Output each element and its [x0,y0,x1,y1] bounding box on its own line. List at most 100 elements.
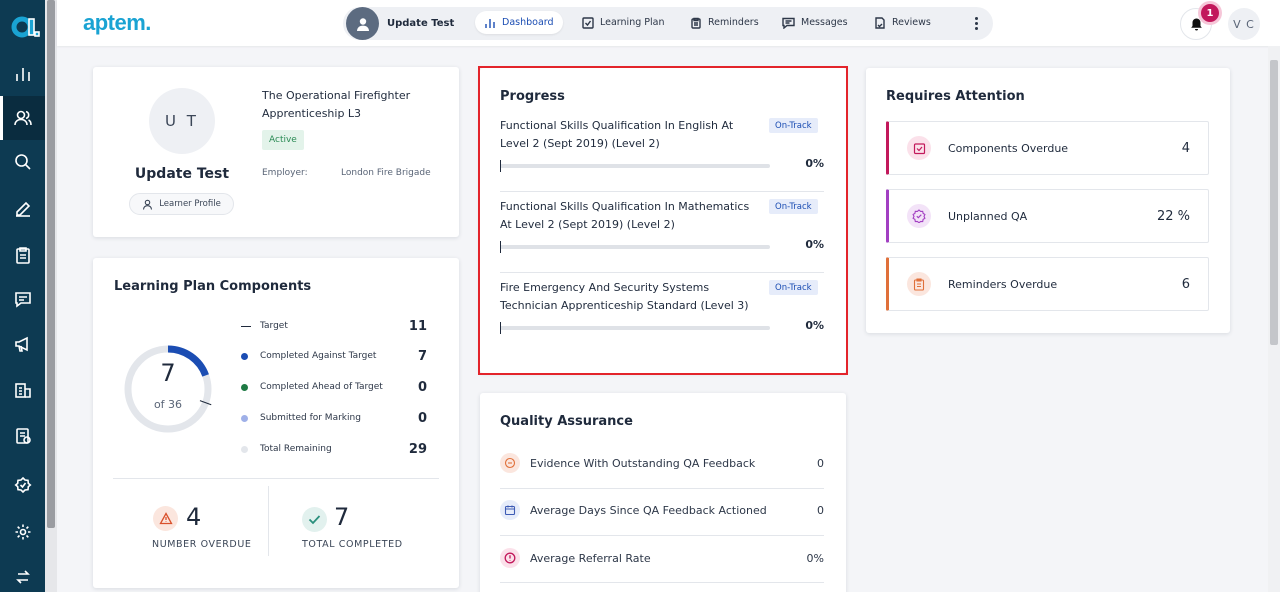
divider [500,535,824,536]
user-chip[interactable]: Update Test [346,7,454,40]
qa-row-average-days[interactable]: Average Days Since QA Feedback Actioned … [500,498,824,522]
legend-value: 7 [417,348,427,364]
components-donut-chart [124,345,212,433]
card-title: Quality Assurance [500,414,633,429]
legend-label: Target [260,321,288,331]
brand-logo[interactable]: aptem. [83,10,151,36]
qa-label: Average Referral Rate [530,551,651,565]
warning-icon [153,506,178,531]
sidebar-scrollbar[interactable] [45,0,57,592]
sidebar-item-messages[interactable] [0,277,45,321]
target-dash-icon [241,325,251,327]
attention-value: 22 % [1156,208,1190,224]
chart-bars-icon [485,18,495,28]
chat-icon [14,292,31,308]
qa-value: 0 [817,456,824,470]
sidebar-item-assess[interactable] [0,186,45,230]
learner-profile-label: Learner Profile [159,199,221,209]
attention-label: Reminders Overdue [948,277,1058,291]
card-title: Learning Plan Components [114,279,312,294]
programme-name[interactable]: The Operational Firefighter Apprenticesh… [262,87,447,123]
legend-value: 29 [408,441,427,457]
user-avatar-icon [346,7,379,40]
completed-label: TOTAL COMPLETED [302,539,403,550]
qa-label: Average Days Since QA Feedback Actioned [530,503,767,517]
divider [113,478,439,479]
learner-profile-button[interactable]: Learner Profile [129,193,234,215]
sidebar-item-documents[interactable] [0,414,45,458]
sidebar-item-search[interactable] [0,140,45,184]
bell-icon [1190,18,1202,31]
review-icon [875,16,885,29]
user-name: Update Test [387,18,455,29]
sidebar-item-achievements[interactable] [0,463,45,507]
aptem-logo-icon[interactable] [10,8,40,42]
person-icon [143,199,153,210]
legend-value: 0 [417,410,427,426]
legend-label: Completed Against Target [260,351,377,361]
overdue-count: 4 [186,503,202,531]
badge-icon [13,476,32,494]
donut-total-label: of 36 [153,398,183,411]
attention-components-overdue[interactable]: Components Overdue 4 [886,121,1209,175]
overdue-label: NUMBER OVERDUE [152,539,252,550]
tab-messages[interactable]: Messages [773,11,857,34]
verified-icon [907,204,931,228]
legend-value: 11 [408,318,427,334]
sidebar-item-learners[interactable] [0,96,45,140]
sidebar-item-settings[interactable] [0,510,45,554]
qa-row-outstanding-feedback[interactable]: Evidence With Outstanding QA Feedback 0 [500,451,824,475]
divider [500,582,824,583]
learner-profile-card: U T Update Test Learner Profile The Oper… [93,67,459,237]
scrollbar-thumb[interactable] [1270,60,1278,345]
feedback-icon [500,453,520,473]
pen-icon [15,201,30,217]
report-icon [15,428,31,444]
more-menu-icon[interactable] [968,14,984,32]
scrollbar-thumb[interactable] [47,0,55,528]
tab-label: Dashboard [502,17,554,28]
sidebar-item-announcements[interactable] [0,322,45,366]
settings-icon [15,524,30,540]
tab-reviews[interactable]: Reviews [865,11,940,34]
quality-assurance-card: Quality Assurance Evidence With Outstand… [480,393,846,592]
tab-label: Learning Plan [600,17,665,28]
clipboard-list-icon [15,247,30,264]
attention-unplanned-qa[interactable]: Unplanned QA 22 % [886,189,1209,243]
legend-label: Submitted for Marking [260,413,361,423]
requires-attention-card: Requires Attention Components Overdue 4 … [866,68,1230,333]
tab-reminders[interactable]: Reminders [681,11,768,34]
qa-row-referral-rate[interactable]: Average Referral Rate 0% [500,546,824,570]
switch-icon [15,570,30,584]
sidebar-item-analytics[interactable] [0,52,45,96]
legend-dot-icon [241,352,248,360]
legend-value: 0 [417,379,427,395]
tab-label: Messages [801,17,848,28]
page-scrollbar[interactable] [1268,46,1280,592]
attention-value: 6 [1181,276,1190,292]
legend-dot-icon [241,383,248,391]
search-icon [14,154,31,170]
legend-completed-ahead: Completed Ahead of Target 0 [241,378,427,396]
divider [500,488,824,489]
sidebar [0,0,45,592]
qa-value: 0% [806,551,824,565]
account-avatar[interactable]: V C [1228,8,1260,40]
completed-count: 7 [334,503,350,531]
attention-value: 4 [1181,140,1190,156]
learning-plan-components-card: Learning Plan Components 7 of 36 Target … [93,258,459,588]
sidebar-item-switch[interactable] [0,555,45,592]
attention-label: Components Overdue [948,141,1069,155]
tab-dashboard[interactable]: Dashboard [475,11,563,34]
check-icon [302,507,327,532]
checklist-icon [907,136,931,160]
attention-reminders-overdue[interactable]: Reminders Overdue 6 [886,257,1209,311]
legend-label: Completed Ahead of Target [260,382,383,392]
selection-highlight [478,66,848,375]
sidebar-item-tasks[interactable] [0,233,45,277]
qa-label: Evidence With Outstanding QA Feedback [530,456,756,470]
legend-dot-icon [241,445,248,453]
sidebar-item-reports[interactable] [0,368,45,412]
employer-name: London Fire Brigade [341,168,431,178]
tab-learning-plan[interactable]: Learning Plan [573,11,673,34]
